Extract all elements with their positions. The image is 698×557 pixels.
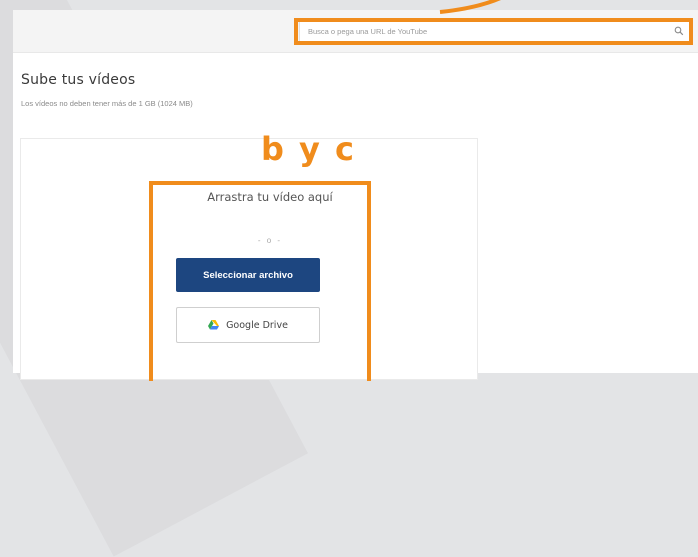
annotation-box-search bbox=[294, 18, 693, 45]
annotation-label: b y c bbox=[261, 130, 357, 168]
annotation-box-upload bbox=[149, 181, 371, 381]
